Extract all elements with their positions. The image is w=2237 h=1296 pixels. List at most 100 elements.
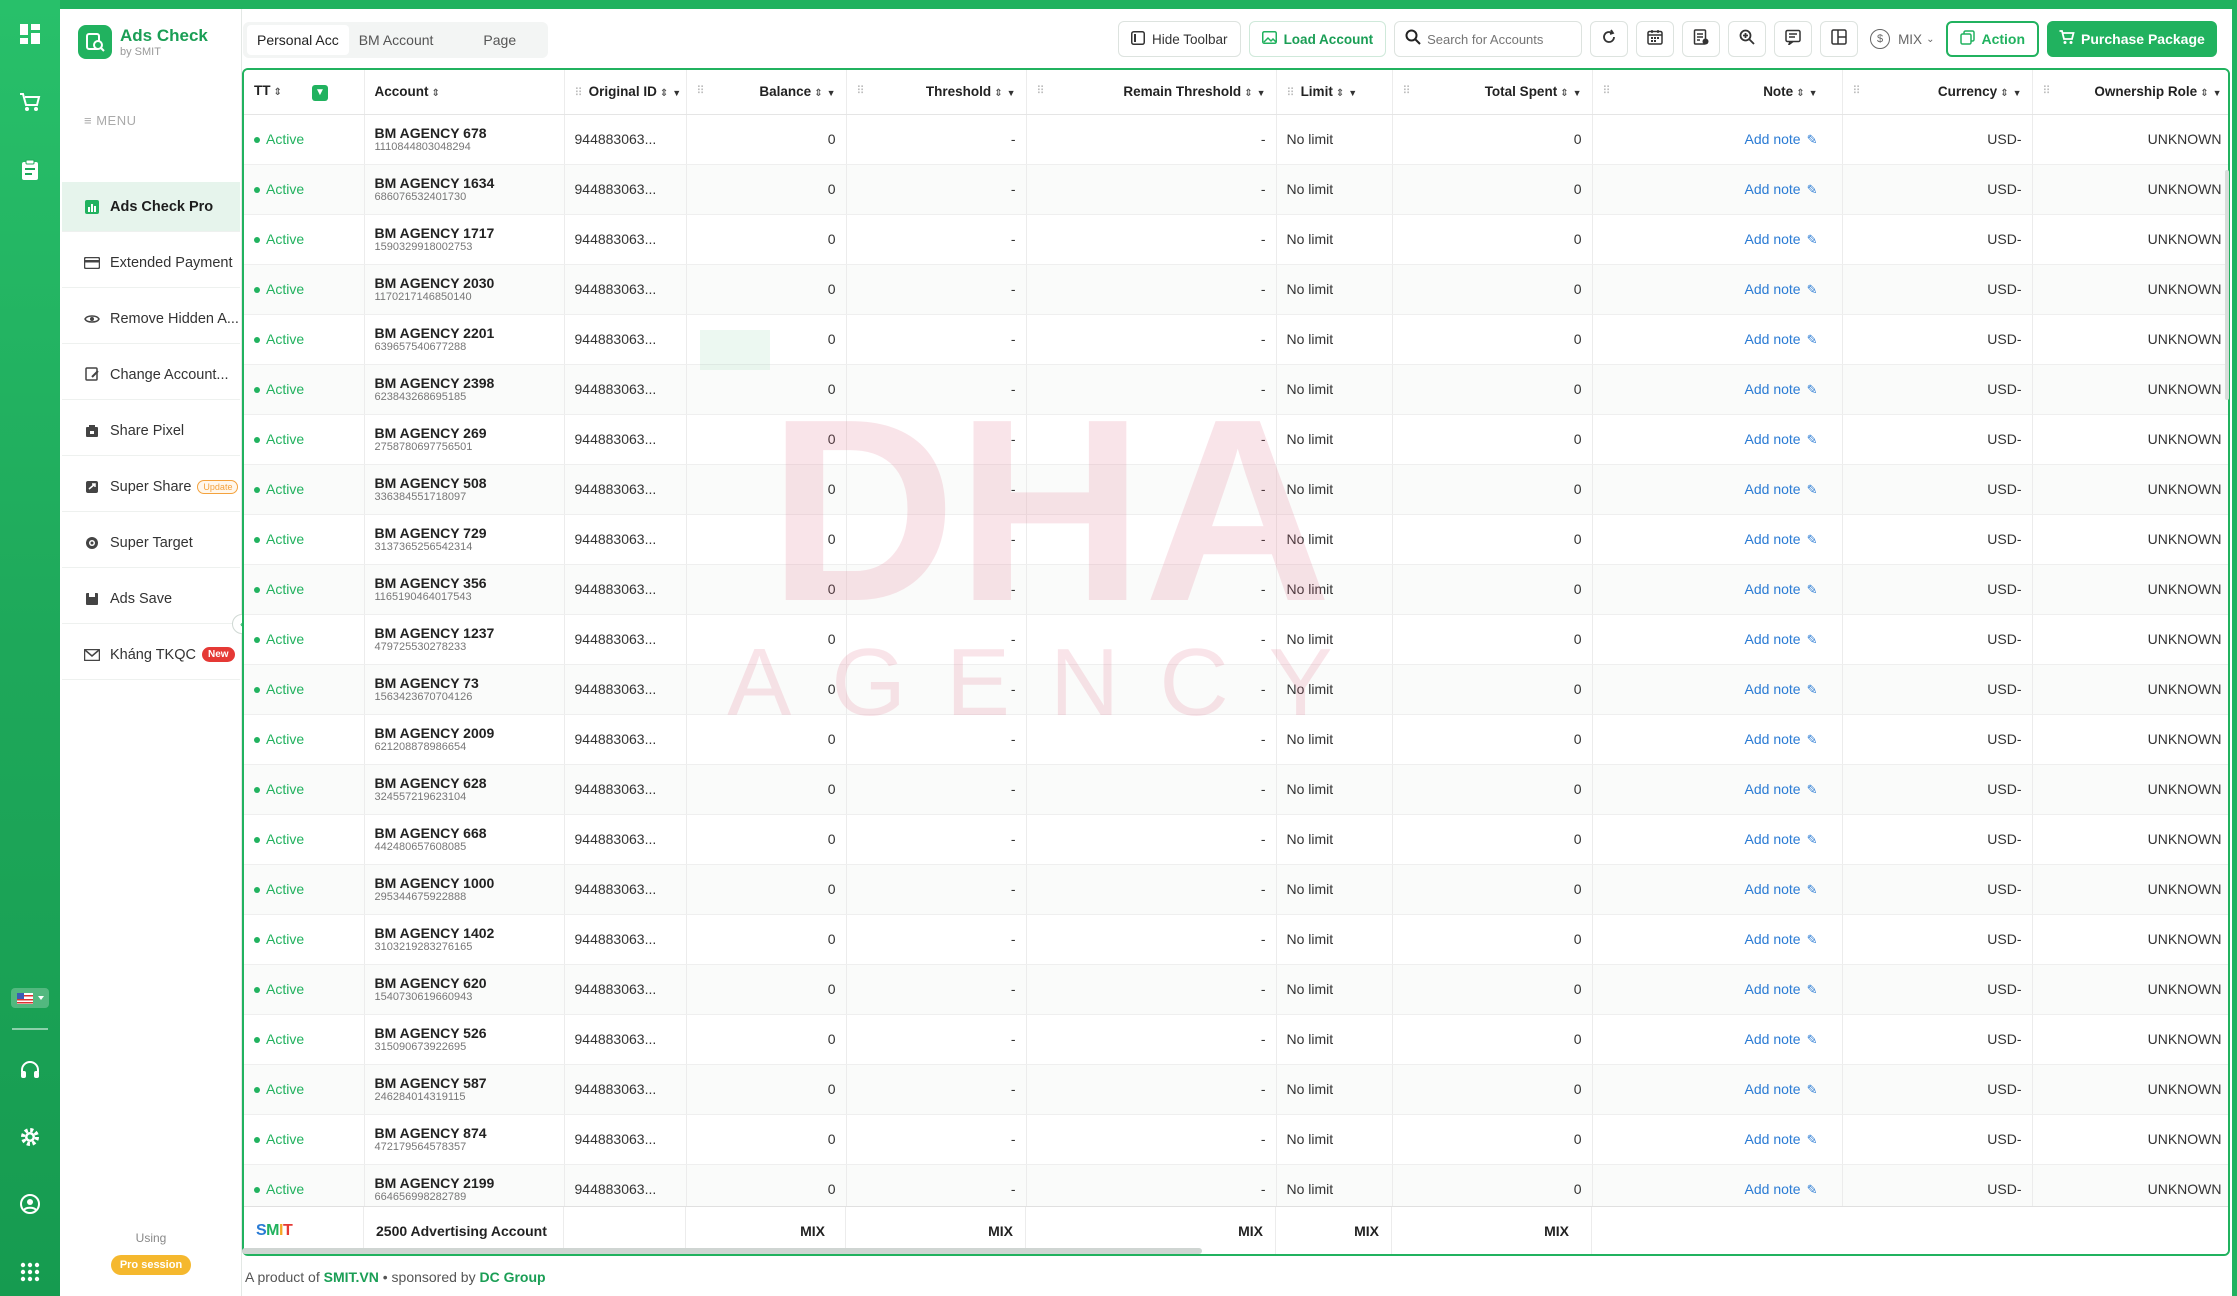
drag-handle-icon[interactable]: ⠿ <box>1853 84 1861 97</box>
edit-note-icon[interactable]: ✎ <box>1807 682 1818 697</box>
add-note-link[interactable]: Add note <box>1745 481 1801 497</box>
chevron-down-icon[interactable]: ▼ <box>2213 88 2222 98</box>
note-cell[interactable]: Add note ✎ <box>1592 114 1843 165</box>
note-cell[interactable]: Add note ✎ <box>1592 564 1843 615</box>
add-note-link[interactable]: Add note <box>1745 131 1801 147</box>
add-note-link[interactable]: Add note <box>1745 1031 1801 1047</box>
sort-icon[interactable]: ⇕ <box>274 87 282 98</box>
load-account-button[interactable]: Load Account <box>1248 21 1387 57</box>
sort-icon[interactable]: ⇕ <box>2000 88 2008 99</box>
note-cell[interactable]: Add note ✎ <box>1592 164 1843 215</box>
table-row[interactable]: Active BM AGENCY 668 442480657608085 944883… <box>244 814 2228 865</box>
chevron-down-icon[interactable]: ▼ <box>1007 88 1016 98</box>
sidebar-item-extended-payment[interactable]: Extended Payment <box>62 238 240 288</box>
edit-note-icon[interactable]: ✎ <box>1807 382 1818 397</box>
sort-icon[interactable]: ⇕ <box>432 88 440 99</box>
add-note-link[interactable]: Add note <box>1745 531 1801 547</box>
edit-note-icon[interactable]: ✎ <box>1807 632 1818 647</box>
edit-note-icon[interactable]: ✎ <box>1807 582 1818 597</box>
note-cell[interactable]: Add note ✎ <box>1592 1014 1843 1065</box>
chevron-down-icon[interactable]: ▼ <box>672 88 681 98</box>
smit-link[interactable]: SMIT.VN <box>324 1269 379 1285</box>
user-circle-icon[interactable] <box>0 1184 60 1224</box>
hide-toolbar-button[interactable]: Hide Toolbar <box>1118 21 1241 57</box>
drag-handle-icon[interactable]: ⠿ <box>697 84 705 97</box>
column-header-total-spent[interactable]: ⠿ Total Spent ⇕ ▼ <box>1392 70 1593 115</box>
column-header-original-id[interactable]: ⠿ Original ID ⇕ ▼ <box>564 70 687 115</box>
tab-personal-acc[interactable]: Personal Acc <box>247 25 349 55</box>
add-note-link[interactable]: Add note <box>1745 1131 1801 1147</box>
chevron-down-icon[interactable]: ▼ <box>1257 88 1266 98</box>
add-note-link[interactable]: Add note <box>1745 431 1801 447</box>
drag-handle-icon[interactable]: ⠿ <box>857 84 865 97</box>
account-cell[interactable]: BM AGENCY 620 1540730619660943 <box>364 964 565 1015</box>
headset-icon[interactable] <box>0 1050 60 1090</box>
note-cell[interactable]: Add note ✎ <box>1592 1064 1843 1115</box>
edit-note-icon[interactable]: ✎ <box>1807 282 1818 297</box>
edit-note-icon[interactable]: ✎ <box>1807 232 1818 247</box>
add-note-link[interactable]: Add note <box>1745 631 1801 647</box>
edit-note-icon[interactable]: ✎ <box>1807 1182 1818 1197</box>
sidebar-item-super-target[interactable]: Super Target <box>62 518 240 568</box>
table-row[interactable]: Active BM AGENCY 1717 1590329918002753 9448… <box>244 214 2228 265</box>
edit-note-icon[interactable]: ✎ <box>1807 732 1818 747</box>
flag-icon[interactable] <box>0 978 60 1018</box>
edit-note-icon[interactable]: ✎ <box>1807 1132 1818 1147</box>
add-note-link[interactable]: Add note <box>1745 981 1801 997</box>
sidebar-item-change-account[interactable]: Change Account... <box>62 350 240 400</box>
tab-bm-account[interactable]: BM Account <box>349 25 474 55</box>
sort-icon[interactable]: ⇕ <box>1796 88 1804 99</box>
note-cell[interactable]: Add note ✎ <box>1592 764 1843 815</box>
dashboard-icon[interactable] <box>0 14 60 54</box>
column-header-note[interactable]: ⠿ Note ⇕ ▼ <box>1592 70 1843 115</box>
add-note-link[interactable]: Add note <box>1745 681 1801 697</box>
chevron-down-icon[interactable]: ▼ <box>1809 88 1818 98</box>
account-cell[interactable]: BM AGENCY 628 324557219623104 <box>364 764 565 815</box>
account-cell[interactable]: BM AGENCY 356 1165190464017543 <box>364 564 565 615</box>
edit-note-icon[interactable]: ✎ <box>1807 482 1818 497</box>
note-cell[interactable]: Add note ✎ <box>1592 614 1843 665</box>
note-cell[interactable]: Add note ✎ <box>1592 1114 1843 1165</box>
table-row[interactable]: Active BM AGENCY 678 1110844803048294 94488… <box>244 114 2228 165</box>
report-button[interactable] <box>1682 21 1721 57</box>
edit-note-icon[interactable]: ✎ <box>1807 532 1818 547</box>
add-note-link[interactable]: Add note <box>1745 231 1801 247</box>
account-cell[interactable]: BM AGENCY 729 3137365256542314 <box>364 514 565 565</box>
add-note-link[interactable]: Add note <box>1745 181 1801 197</box>
message-button[interactable] <box>1774 21 1813 57</box>
brand[interactable]: Ads Check by SMIT <box>78 25 208 59</box>
note-cell[interactable]: Add note ✎ <box>1592 214 1843 265</box>
account-cell[interactable]: BM AGENCY 508 336384551718097 <box>364 464 565 515</box>
cart-icon[interactable] <box>0 82 60 122</box>
add-note-link[interactable]: Add note <box>1745 1081 1801 1097</box>
account-cell[interactable]: BM AGENCY 1000 295344675922888 <box>364 864 565 915</box>
sidebar-item-remove-hidden[interactable]: Remove Hidden A... <box>62 294 240 344</box>
edit-note-icon[interactable]: ✎ <box>1807 132 1818 147</box>
note-cell[interactable]: Add note ✎ <box>1592 264 1843 315</box>
table-row[interactable]: Active BM AGENCY 2009 621208878986654 94488… <box>244 714 2228 765</box>
sort-icon[interactable]: ⇕ <box>814 88 822 99</box>
chevron-down-icon[interactable]: ▼ <box>1573 88 1582 98</box>
zoom-button[interactable] <box>1728 21 1767 57</box>
edit-note-icon[interactable]: ✎ <box>1807 1082 1818 1097</box>
drag-handle-icon[interactable]: ⠿ <box>1603 84 1611 97</box>
table-row[interactable]: Active BM AGENCY 2030 1170217146850140 9448… <box>244 264 2228 315</box>
note-cell[interactable]: Add note ✎ <box>1592 414 1843 465</box>
edit-note-icon[interactable]: ✎ <box>1807 982 1818 997</box>
edit-note-icon[interactable]: ✎ <box>1807 182 1818 197</box>
sort-icon[interactable]: ⇕ <box>1244 88 1252 99</box>
refresh-button[interactable] <box>1590 21 1629 57</box>
edit-note-icon[interactable]: ✎ <box>1807 332 1818 347</box>
clipboard-icon[interactable] <box>0 150 60 190</box>
account-cell[interactable]: BM AGENCY 2030 1170217146850140 <box>364 264 565 315</box>
account-cell[interactable]: BM AGENCY 1402 3103219283276165 <box>364 914 565 965</box>
add-note-link[interactable]: Add note <box>1745 781 1801 797</box>
table-row[interactable]: Active BM AGENCY 1000 295344675922888 94488… <box>244 864 2228 915</box>
sidebar-item-ads-save[interactable]: Ads Save <box>62 574 240 624</box>
column-header-remain-threshold[interactable]: ⠿ Remain Threshold ⇕ ▼ <box>1026 70 1277 115</box>
table-row[interactable]: Active BM AGENCY 508 336384551718097 944883… <box>244 464 2228 515</box>
drag-handle-icon[interactable]: ⠿ <box>2043 84 2051 97</box>
search-input[interactable] <box>1427 31 1578 47</box>
add-note-link[interactable]: Add note <box>1745 881 1801 897</box>
purchase-package-button[interactable]: Purchase Package <box>2047 21 2217 57</box>
